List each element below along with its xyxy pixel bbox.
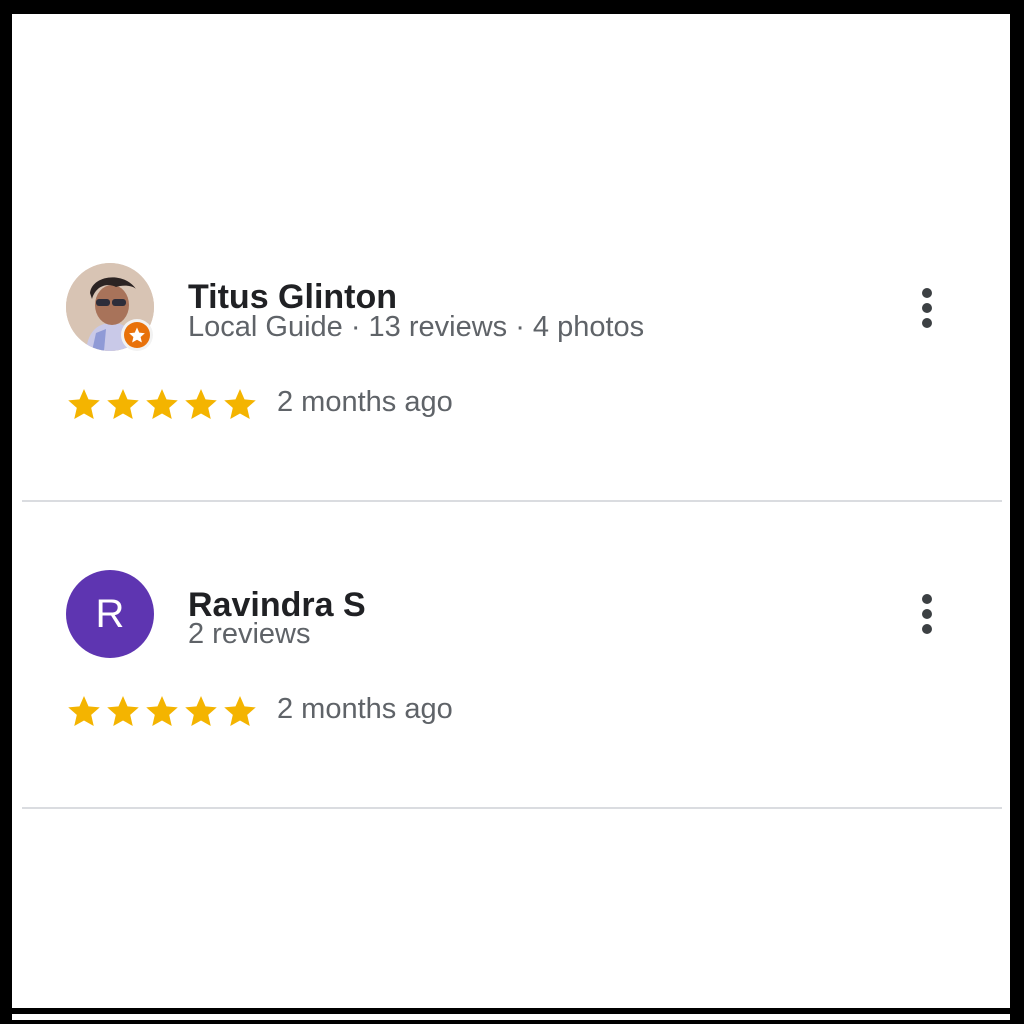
avatar[interactable]: R [66, 570, 154, 658]
reviews-panel: Titus Glinton Local Guide · 13 reviews ·… [12, 14, 1010, 1008]
more-vert-icon [922, 594, 932, 604]
star-icon [107, 696, 139, 726]
more-options-button[interactable] [912, 586, 942, 642]
star-icon [146, 696, 178, 726]
reviewer-meta: 2 reviews [188, 618, 311, 650]
frame-bottom-edge [12, 1014, 1010, 1020]
avatar-letter: R [66, 570, 154, 658]
rating-stars [66, 691, 258, 731]
star-icon [224, 696, 256, 726]
review-item: R Ravindra S 2 reviews 2 months ago [12, 14, 1010, 814]
review-time: 2 months ago [277, 693, 453, 725]
star-icon [68, 696, 100, 726]
divider [22, 807, 1002, 809]
star-icon [185, 696, 217, 726]
